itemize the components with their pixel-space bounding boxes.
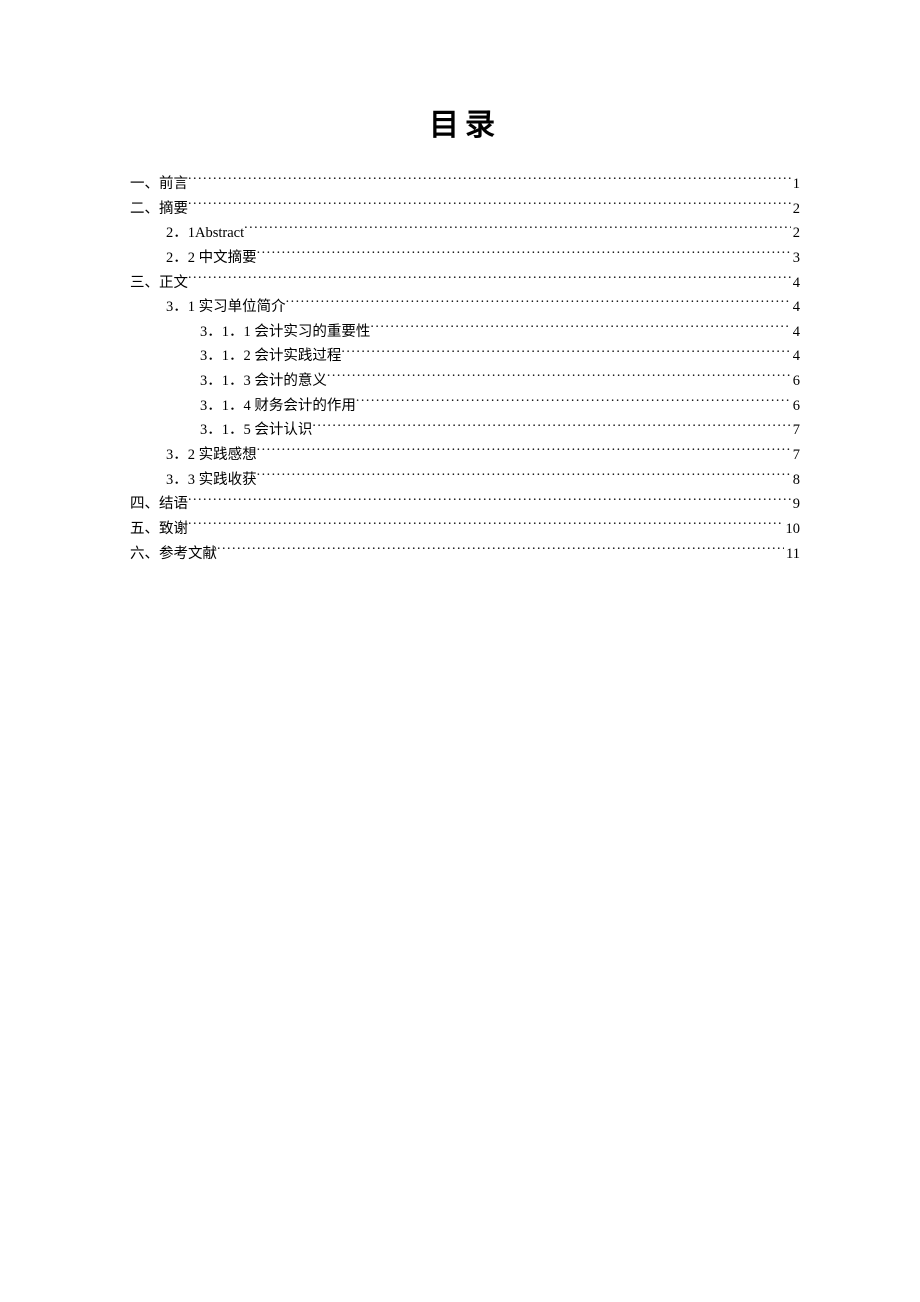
toc-entry-label: 3．2 实践感想	[166, 443, 257, 468]
toc-leader-dots	[370, 321, 790, 336]
toc-entry: 3．3 实践收获 8	[130, 468, 800, 493]
toc-list: 一、前言 1 二、摘要 2 2．1Abstract 2 2．2 中文摘要 3 三…	[130, 172, 800, 566]
toc-entry-label: 3．1．3 会计的意义	[200, 369, 327, 394]
toc-entry-label: 三、正文	[130, 271, 188, 296]
toc-entry: 3．1．1 会计实习的重要性 4	[130, 320, 800, 345]
toc-entry-page: 3	[791, 246, 800, 271]
toc-entry-page: 6	[791, 394, 800, 419]
toc-entry: 四、结语 9	[130, 492, 800, 517]
toc-leader-dots	[312, 420, 790, 435]
toc-leader-dots	[217, 543, 784, 558]
toc-entry-label: 一、前言	[130, 172, 188, 197]
toc-leader-dots	[327, 371, 791, 386]
toc-entry-page: 7	[791, 418, 800, 443]
toc-leader-dots	[188, 174, 791, 189]
toc-leader-dots	[188, 198, 791, 213]
toc-entry-label: 2．2 中文摘要	[166, 246, 257, 271]
toc-entry-label: 3．1．4 财务会计的作用	[200, 394, 356, 419]
toc-entry-label: 3．1．5 会计认识	[200, 418, 312, 443]
toc-entry-label: 3．1 实习单位简介	[166, 295, 286, 320]
toc-leader-dots	[188, 494, 791, 509]
toc-entry-page: 7	[791, 443, 800, 468]
toc-entry: 3．1．4 财务会计的作用 6	[130, 394, 800, 419]
toc-entry: 3．1．5 会计认识 7	[130, 418, 800, 443]
toc-entry-label: 六、参考文献	[130, 542, 217, 567]
toc-entry: 二、摘要 2	[130, 197, 800, 222]
toc-entry-page: 2	[791, 197, 800, 222]
toc-entry-page: 11	[784, 542, 800, 567]
toc-entry: 3．1．2 会计实践过程 4	[130, 344, 800, 369]
toc-leader-dots	[341, 346, 790, 361]
toc-entry: 三、正文 4	[130, 271, 800, 296]
toc-entry-label: 二、摘要	[130, 197, 188, 222]
toc-leader-dots	[188, 518, 784, 533]
toc-entry: 3．1 实习单位简介 4	[130, 295, 800, 320]
toc-entry-label: 3．1．1 会计实习的重要性	[200, 320, 370, 345]
toc-entry-label: 3．3 实践收获	[166, 468, 257, 493]
toc-entry: 五、致谢 10	[130, 517, 800, 542]
document-page: 目录 一、前言 1 二、摘要 2 2．1Abstract 2 2．2 中文摘要 …	[0, 0, 920, 566]
toc-leader-dots	[356, 395, 791, 410]
toc-entry: 3．2 实践感想 7	[130, 443, 800, 468]
toc-entry: 六、参考文献 11	[130, 542, 800, 567]
toc-entry: 2．2 中文摘要 3	[130, 246, 800, 271]
toc-leader-dots	[188, 272, 791, 287]
toc-entry-page: 4	[791, 295, 800, 320]
toc-leader-dots	[257, 469, 791, 484]
toc-entry-page: 6	[791, 369, 800, 394]
toc-entry-page: 4	[791, 320, 800, 345]
toc-entry-page: 4	[791, 344, 800, 369]
toc-entry-label: 2．1Abstract	[166, 221, 244, 246]
toc-entry-label: 五、致谢	[130, 517, 188, 542]
toc-leader-dots	[257, 247, 791, 262]
toc-title: 目录	[130, 100, 800, 144]
toc-entry: 3．1．3 会计的意义 6	[130, 369, 800, 394]
toc-entry-page: 4	[791, 271, 800, 296]
toc-entry-page: 10	[784, 517, 801, 542]
toc-leader-dots	[257, 445, 791, 460]
toc-leader-dots	[286, 297, 791, 312]
toc-entry-page: 1	[791, 172, 800, 197]
toc-leader-dots	[244, 223, 791, 238]
toc-entry-label: 四、结语	[130, 492, 188, 517]
toc-entry: 2．1Abstract 2	[130, 221, 800, 246]
toc-entry-label: 3．1．2 会计实践过程	[200, 344, 341, 369]
toc-entry-page: 9	[791, 492, 800, 517]
toc-entry-page: 2	[791, 221, 800, 246]
toc-entry-page: 8	[791, 468, 800, 493]
toc-entry: 一、前言 1	[130, 172, 800, 197]
